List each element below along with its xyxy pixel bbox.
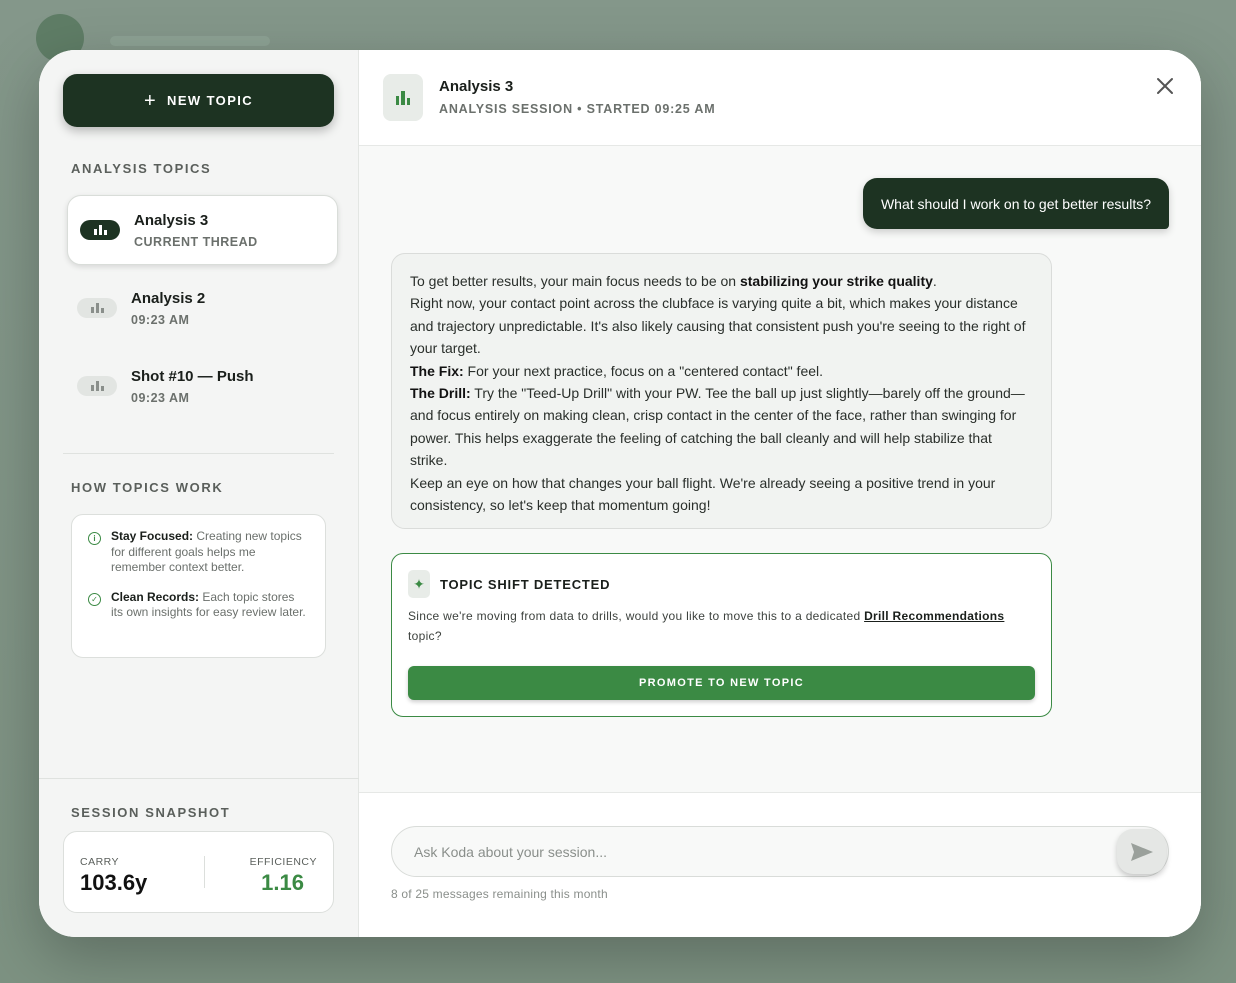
topic-shift-text-end: topic?: [408, 629, 442, 643]
outro-paragraph: Keep an eye on how that changes your bal…: [410, 474, 996, 514]
topic-timestamp: 09:23 AM: [131, 390, 190, 405]
intro-text: To get better results, your main focus n…: [410, 273, 740, 289]
drill-text: Try the "Teed-Up Drill" with your PW. Te…: [410, 385, 1025, 469]
user-message: What should I work on to get better resu…: [862, 178, 1169, 229]
chat-header: Analysis 3 ANALYSIS SESSION • STARTED 09…: [359, 50, 1201, 146]
chat-panel: Analysis 3 ANALYSIS SESSION • STARTED 09…: [359, 50, 1201, 937]
promote-to-new-topic-button[interactable]: PROMOTE TO NEW TOPIC: [408, 666, 1035, 700]
how-topics-work-card: i Stay Focused: Creating new topics for …: [71, 514, 326, 658]
paragraph: Right now, your contact point across the…: [410, 295, 1026, 357]
topic-item-analysis-3[interactable]: Analysis 3 CURRENT THREAD: [67, 195, 338, 265]
session-title: Analysis 3: [439, 78, 514, 95]
send-button[interactable]: [1117, 829, 1166, 874]
session-snapshot-heading: SESSION SNAPSHOT: [71, 805, 231, 820]
how-item-title: Stay Focused:: [111, 529, 194, 543]
info-icon: i: [88, 532, 101, 545]
how-item-clean-records: ✓ Clean Records: Each topic stores its o…: [88, 590, 309, 621]
fix-label: The Fix:: [410, 362, 464, 379]
chart-icon: [80, 220, 120, 240]
how-item-stay-focused: i Stay Focused: Creating new topics for …: [88, 529, 309, 576]
background-title-bar: [110, 36, 270, 46]
drill-recommendations-link[interactable]: Drill Recommendations: [864, 609, 1004, 623]
new-topic-label: NEW TOPIC: [167, 93, 254, 108]
sparkle-icon: ✦: [408, 570, 430, 598]
assistant-message: To get better results, your main focus n…: [391, 253, 1052, 529]
carry-label: CARRY: [80, 856, 120, 868]
chart-icon: [77, 376, 117, 396]
topics-modal: + NEW TOPIC ANALYSIS TOPICS Analysis 3 C…: [39, 50, 1201, 937]
intro-emphasis: stabilizing your strike quality: [739, 273, 933, 289]
check-circle-icon: ✓: [88, 592, 101, 606]
composer: [391, 826, 1169, 877]
composer-area: 8 of 25 messages remaining this month: [359, 792, 1201, 937]
topic-item-shot-10[interactable]: Shot #10 — Push 09:23 AM: [67, 351, 338, 421]
topic-name: Shot #10 — Push: [131, 367, 254, 385]
topic-shift-title: TOPIC SHIFT DETECTED: [440, 576, 611, 592]
topic-timestamp: 09:23 AM: [131, 312, 190, 327]
sidebar-divider: [63, 453, 334, 454]
fix-text: For your next practice, focus on a "cent…: [463, 362, 824, 379]
topic-item-analysis-2[interactable]: Analysis 2 09:23 AM: [67, 273, 338, 343]
how-item-title: Clean Records:: [111, 589, 200, 604]
intro-end: .: [932, 273, 937, 289]
close-icon[interactable]: [1153, 74, 1177, 98]
sidebar: + NEW TOPIC ANALYSIS TOPICS Analysis 3 C…: [39, 50, 359, 937]
new-topic-button[interactable]: + NEW TOPIC: [63, 74, 334, 127]
carry-value: 103.6y: [80, 870, 148, 895]
drill-label: The Drill:: [410, 385, 471, 402]
efficiency-value: 1.16: [261, 870, 304, 895]
snapshot-separator: [204, 856, 205, 888]
analysis-topics-heading: ANALYSIS TOPICS: [71, 161, 212, 176]
send-icon: [1130, 842, 1153, 861]
plus-icon: +: [143, 89, 158, 112]
session-snapshot-card: CARRY 103.6y EFFICIENCY 1.16: [63, 831, 334, 913]
efficiency-label: EFFICIENCY: [249, 856, 317, 868]
topic-name: Analysis 2: [131, 289, 206, 307]
topic-shift-text: Since we're moving from data to drills, …: [408, 609, 865, 623]
session-subtitle: ANALYSIS SESSION • STARTED 09:25 AM: [439, 102, 716, 116]
topic-name: Analysis 3: [134, 211, 209, 229]
topic-subtitle: CURRENT THREAD: [134, 234, 258, 249]
message-input[interactable]: [414, 827, 1064, 876]
how-topics-work-heading: HOW TOPICS WORK: [71, 480, 224, 495]
chart-icon: [383, 74, 423, 121]
chart-icon: [77, 298, 117, 318]
messages-remaining: 8 of 25 messages remaining this month: [391, 887, 608, 901]
topic-shift-card: ✦ TOPIC SHIFT DETECTED Since we're movin…: [391, 553, 1052, 717]
